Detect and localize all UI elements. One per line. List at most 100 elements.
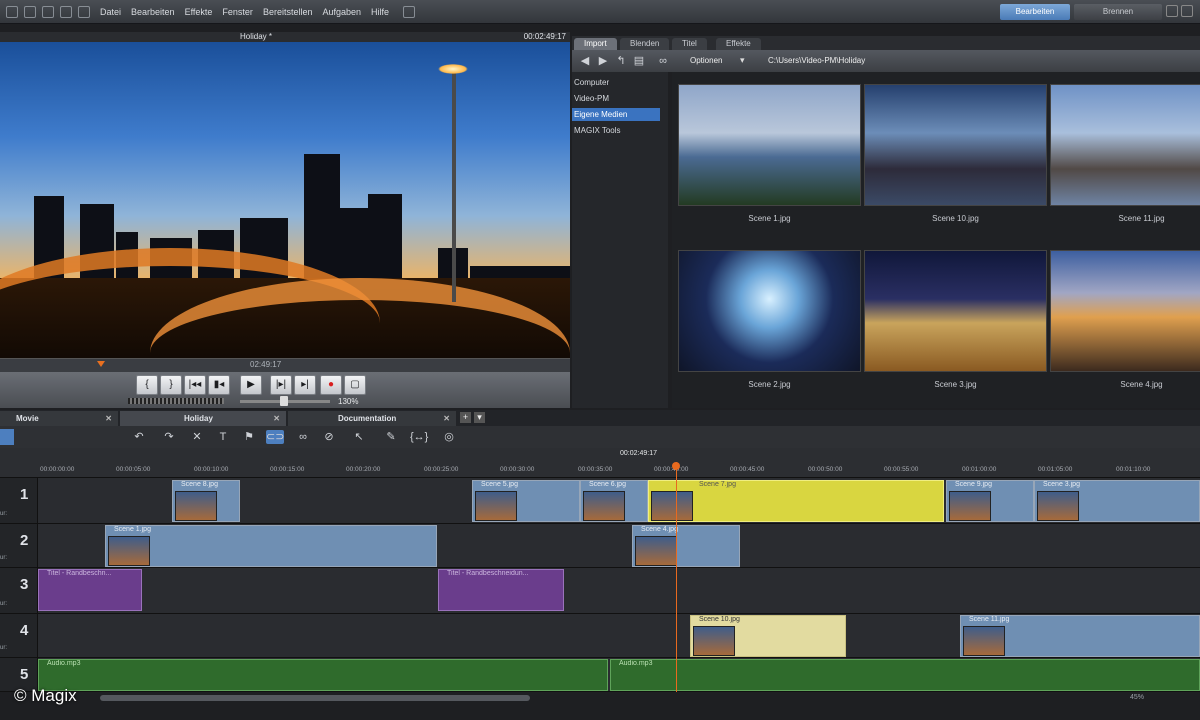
nav-video-pm[interactable]: Video-PM xyxy=(572,92,660,105)
track-header[interactable]: 4 ur: xyxy=(0,614,38,657)
video-clip[interactable]: Scene 5.jpg xyxy=(472,480,580,522)
redo-icon[interactable]: ↷ xyxy=(160,430,178,444)
wizard-icon[interactable] xyxy=(78,5,90,18)
preview-monitor[interactable] xyxy=(0,42,570,358)
media-thumbnail[interactable] xyxy=(678,84,861,206)
link-icon[interactable]: ⊂⊃ xyxy=(266,430,284,444)
title-icon[interactable]: T xyxy=(214,430,232,444)
up-folder-icon[interactable]: ↰ xyxy=(612,54,630,68)
mark-out-button[interactable]: } xyxy=(160,375,182,395)
timeline-track-5[interactable]: 5 Audio.mp3 Audio.mp3 xyxy=(0,658,1200,692)
back-arrow-icon[interactable]: ◀ xyxy=(576,54,594,68)
audio-clip[interactable]: Audio.mp3 xyxy=(38,659,608,691)
title-clip[interactable]: Titel - Randbeschneidun... xyxy=(438,569,564,611)
open-folder-icon[interactable] xyxy=(24,5,36,18)
media-thumbnail[interactable] xyxy=(1050,84,1200,206)
step-back-button[interactable]: ▮◂ xyxy=(208,375,230,395)
binoculars-icon[interactable]: ∞ xyxy=(654,54,672,68)
menu-tasks[interactable]: Aufgaben xyxy=(322,7,361,17)
timeline-track-3[interactable]: 3 ur: Titel - Randbeschn... Titel - Rand… xyxy=(0,568,1200,614)
tab-titles[interactable]: Titel xyxy=(672,38,707,50)
timeline-zoom-level[interactable]: 45% xyxy=(1130,694,1144,701)
mouse-mode-icon[interactable]: ↖ xyxy=(350,430,368,444)
scrub-marker-icon[interactable] xyxy=(97,361,105,367)
media-thumbnail[interactable] xyxy=(1050,250,1200,372)
download-icon[interactable] xyxy=(403,5,416,18)
track-header[interactable]: 3 ur: xyxy=(0,568,38,613)
chevron-down-icon[interactable]: ▾ xyxy=(740,55,745,66)
video-clip[interactable]: Scene 8.jpg xyxy=(172,480,240,522)
tab-holiday[interactable]: Holiday ✕ xyxy=(120,411,286,426)
mode-edit-button[interactable]: Bearbeiten xyxy=(1000,4,1070,20)
forward-arrow-icon[interactable]: ▶ xyxy=(594,54,612,68)
timeline-track-4[interactable]: 4 ur: Scene 10.jpg Scene 11.jpg xyxy=(0,614,1200,658)
track-header[interactable]: 1 ur: xyxy=(0,478,38,523)
tab-import[interactable]: Import xyxy=(574,38,617,50)
nav-computer[interactable]: Computer xyxy=(572,76,660,89)
selected-video-clip[interactable]: Scene 7.jpg xyxy=(648,480,944,522)
media-thumbnail[interactable] xyxy=(864,84,1047,206)
folder-view-icon[interactable]: ▤ xyxy=(630,54,648,68)
undo-icon[interactable]: ↶ xyxy=(130,430,148,444)
video-clip[interactable]: Scene 3.jpg xyxy=(1034,480,1200,522)
timeline-track-1[interactable]: 1 ur: Scene 8.jpg Scene 5.jpg Scene 6.jp… xyxy=(0,478,1200,524)
video-clip[interactable]: Scene 10.jpg xyxy=(690,615,846,657)
scrollbar-thumb[interactable] xyxy=(100,695,530,701)
menu-edit[interactable]: Bearbeiten xyxy=(131,7,175,17)
play-button[interactable]: ▶ xyxy=(240,375,262,395)
go-to-end-button[interactable]: ▸| xyxy=(294,375,316,395)
close-icon[interactable]: ✕ xyxy=(105,411,112,426)
cut-icon[interactable]: ✎ xyxy=(382,430,400,444)
new-file-icon[interactable] xyxy=(6,5,18,18)
marker-icon[interactable]: ⚑ xyxy=(240,430,258,444)
video-clip[interactable]: Scene 11.jpg xyxy=(960,615,1200,657)
zoom-slider-knob[interactable] xyxy=(280,396,288,406)
split-icon[interactable]: {↔} xyxy=(410,430,428,444)
effects-icon[interactable]: ◎ xyxy=(440,430,458,444)
tab-menu-icon[interactable]: ▾ xyxy=(474,412,485,423)
timeline-ruler[interactable]: 00:02:49:17 00:00:00:00 00:00:05:00 00:0… xyxy=(0,448,1200,478)
save-icon[interactable] xyxy=(42,5,54,18)
zoom-level[interactable]: 130% xyxy=(338,397,358,406)
menu-share[interactable]: Bereitstellen xyxy=(263,7,313,17)
shuttle-control[interactable] xyxy=(128,398,224,404)
playhead-handle[interactable] xyxy=(672,462,680,470)
menu-help[interactable]: Hilfe xyxy=(371,7,389,17)
minimize-icon[interactable] xyxy=(1166,5,1178,17)
video-clip[interactable]: Scene 4.jpg xyxy=(632,525,740,567)
title-clip[interactable]: Titel - Randbeschn... xyxy=(38,569,142,611)
video-clip[interactable]: Scene 6.jpg xyxy=(580,480,648,522)
video-clip[interactable]: Scene 1.jpg xyxy=(105,525,437,567)
tab-documentation[interactable]: Documentation ✕ xyxy=(288,411,456,426)
menu-window[interactable]: Fenster xyxy=(222,7,253,17)
video-clip[interactable]: Scene 9.jpg xyxy=(946,480,1034,522)
menu-effects[interactable]: Effekte xyxy=(185,7,213,17)
media-thumbnail[interactable] xyxy=(864,250,1047,372)
tab-transitions[interactable]: Blenden xyxy=(620,38,670,50)
options-dropdown[interactable]: Optionen xyxy=(690,56,722,65)
close-icon[interactable] xyxy=(1181,5,1193,17)
record-button[interactable]: ● xyxy=(320,375,342,395)
timeline-scrollbar[interactable] xyxy=(0,692,1200,704)
tab-movie[interactable]: Movie ✕ xyxy=(0,411,118,426)
menu-file[interactable]: Datei xyxy=(100,7,121,17)
nav-own-media[interactable]: Eigene Medien xyxy=(572,108,660,121)
audio-clip[interactable]: Audio.mp3 xyxy=(610,659,1200,691)
group-icon[interactable]: ∞ xyxy=(294,430,312,444)
preview-scrub-bar[interactable]: 02:49:17 xyxy=(0,358,570,372)
close-icon[interactable]: ✕ xyxy=(273,411,280,426)
media-pool-path[interactable]: C:\Users\Video-PM\Holiday xyxy=(768,56,865,65)
timeline-playhead[interactable] xyxy=(676,462,677,692)
track-header[interactable]: 2 ur: xyxy=(0,524,38,567)
tools-icon[interactable] xyxy=(60,5,72,18)
mode-burn-button[interactable]: Brennen xyxy=(1074,4,1162,20)
fullscreen-button[interactable]: ▢ xyxy=(344,375,366,395)
ungroup-icon[interactable]: ⊘ xyxy=(320,430,338,444)
nav-magix-tools[interactable]: MAGIX Tools xyxy=(572,124,660,137)
go-to-start-button[interactable]: |◂◂ xyxy=(184,375,206,395)
tab-effects[interactable]: Effekte xyxy=(716,38,761,50)
delete-icon[interactable]: ✕ xyxy=(188,430,206,444)
timeline-track-2[interactable]: 2 ur: Scene 1.jpg Scene 4.jpg xyxy=(0,524,1200,568)
add-tab-icon[interactable]: + xyxy=(460,412,471,423)
mark-in-button[interactable]: { xyxy=(136,375,158,395)
